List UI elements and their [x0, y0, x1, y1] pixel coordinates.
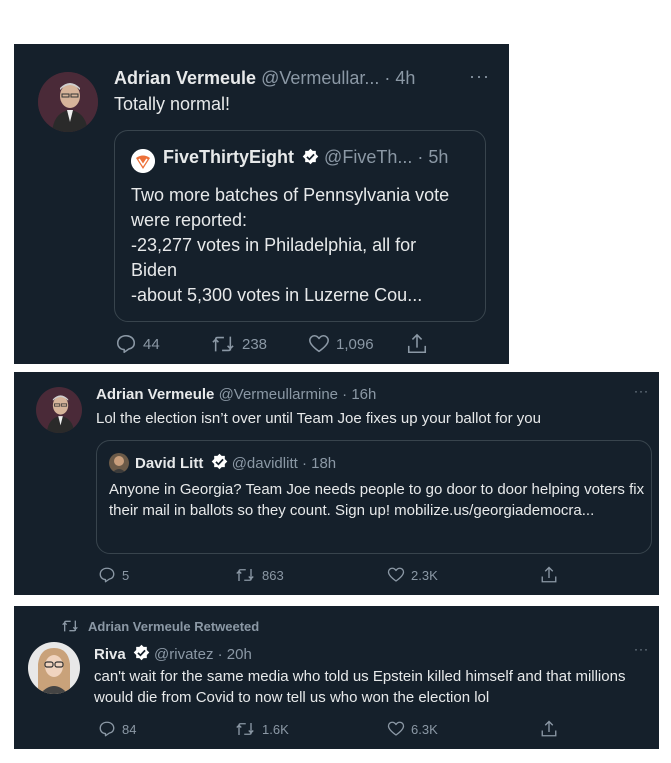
tweet-text: Lol the election isn’t over until Team J…: [96, 410, 541, 427]
quoted-tweet-time[interactable]: · 18h: [302, 455, 336, 472]
verified-badge-icon: [302, 148, 319, 165]
quoted-tweet-text: Anyone in Georgia? Team Joe needs people…: [109, 481, 645, 519]
like-icon: [387, 567, 405, 582]
tweet-text: Totally normal!: [114, 94, 231, 114]
retweet-icon: [62, 620, 78, 632]
share-icon: [407, 333, 427, 354]
author-avatar[interactable]: [36, 387, 82, 433]
like-count: 6.3K: [411, 721, 438, 737]
share-icon: [541, 566, 557, 583]
retweet-count: 1.6K: [262, 721, 289, 737]
tweet-card-3[interactable]: Adrian Vermeule Retweeted Riva @rivatez …: [14, 606, 659, 749]
tweet-text: can't wait for the same media who told u…: [94, 668, 626, 706]
more-icon[interactable]: ···: [469, 66, 490, 87]
like-button[interactable]: 1,096: [308, 333, 374, 355]
quoted-author-handle[interactable]: @FiveTh...: [324, 147, 412, 167]
reply-icon: [99, 721, 115, 737]
author-avatar[interactable]: [28, 642, 80, 694]
tweet-time[interactable]: · 20h: [218, 646, 252, 663]
reply-button[interactable]: 44: [115, 333, 160, 355]
retweet-icon: [212, 336, 234, 352]
retweet-button[interactable]: 238: [210, 333, 267, 355]
retweet-icon: [236, 723, 254, 735]
like-icon: [309, 334, 329, 353]
quoted-tweet[interactable]: FiveThirtyEight @FiveTh... · 5h Two more…: [114, 130, 486, 322]
author-name[interactable]: Adrian Vermeule: [96, 386, 214, 403]
share-icon: [541, 720, 557, 737]
like-count: 1,096: [336, 335, 374, 353]
share-button[interactable]: [406, 332, 428, 356]
author-handle[interactable]: @Vermeullarmine: [219, 386, 338, 403]
quoted-author-name[interactable]: FiveThirtyEight: [163, 147, 294, 167]
more-icon[interactable]: ···: [634, 384, 649, 398]
like-count: 2.3K: [411, 567, 438, 583]
quoted-author-handle[interactable]: @davidlitt: [232, 455, 298, 472]
author-name[interactable]: Riva: [94, 646, 126, 663]
retweet-icon: [236, 569, 254, 581]
tweet-time[interactable]: · 16h: [342, 386, 376, 403]
retweeted-by-label[interactable]: Adrian Vermeule Retweeted: [88, 619, 259, 634]
retweet-button[interactable]: 863: [234, 566, 284, 584]
tweet-card-1[interactable]: Adrian Vermeule @Vermeullar... · 4h ··· …: [14, 44, 509, 364]
author-name[interactable]: Adrian Vermeule: [114, 68, 256, 88]
quoted-tweet-text: Two more batches of Pennsylvania vote we…: [131, 185, 450, 305]
retweet-count: 238: [242, 335, 268, 353]
quoted-author-name[interactable]: David Litt: [135, 455, 203, 472]
reply-button[interactable]: 84: [98, 720, 136, 738]
retweet-count: 863: [262, 567, 284, 583]
reply-count: 84: [122, 721, 137, 737]
quoted-tweet-time[interactable]: · 5h: [417, 147, 448, 167]
like-button[interactable]: 6.3K: [387, 720, 438, 738]
quoted-tweet[interactable]: David Litt @davidlitt · 18h Anyone in Ge…: [96, 440, 652, 554]
more-icon[interactable]: ···: [634, 642, 649, 656]
share-button[interactable]: [540, 719, 558, 739]
reply-icon: [116, 334, 136, 354]
reply-count: 44: [143, 335, 160, 353]
reply-button[interactable]: 5: [98, 566, 129, 584]
quoted-author-avatar: [109, 453, 129, 473]
retweet-button[interactable]: 1.6K: [234, 720, 289, 738]
like-button[interactable]: 2.3K: [387, 566, 438, 584]
verified-badge-icon: [133, 644, 150, 661]
like-icon: [387, 721, 405, 736]
verified-badge-icon: [211, 453, 228, 470]
share-button[interactable]: [540, 565, 558, 585]
reply-icon: [99, 567, 115, 583]
author-handle[interactable]: @Vermeullar...: [261, 68, 379, 88]
reply-count: 5: [122, 567, 130, 583]
fivethirtyeight-logo-icon: [131, 149, 155, 173]
author-handle[interactable]: @rivatez: [154, 646, 213, 663]
tweet-time[interactable]: · 4h: [384, 68, 415, 88]
author-avatar[interactable]: [38, 72, 98, 132]
tweet-card-2[interactable]: Adrian Vermeule @Vermeullarmine · 16h ··…: [14, 372, 659, 595]
